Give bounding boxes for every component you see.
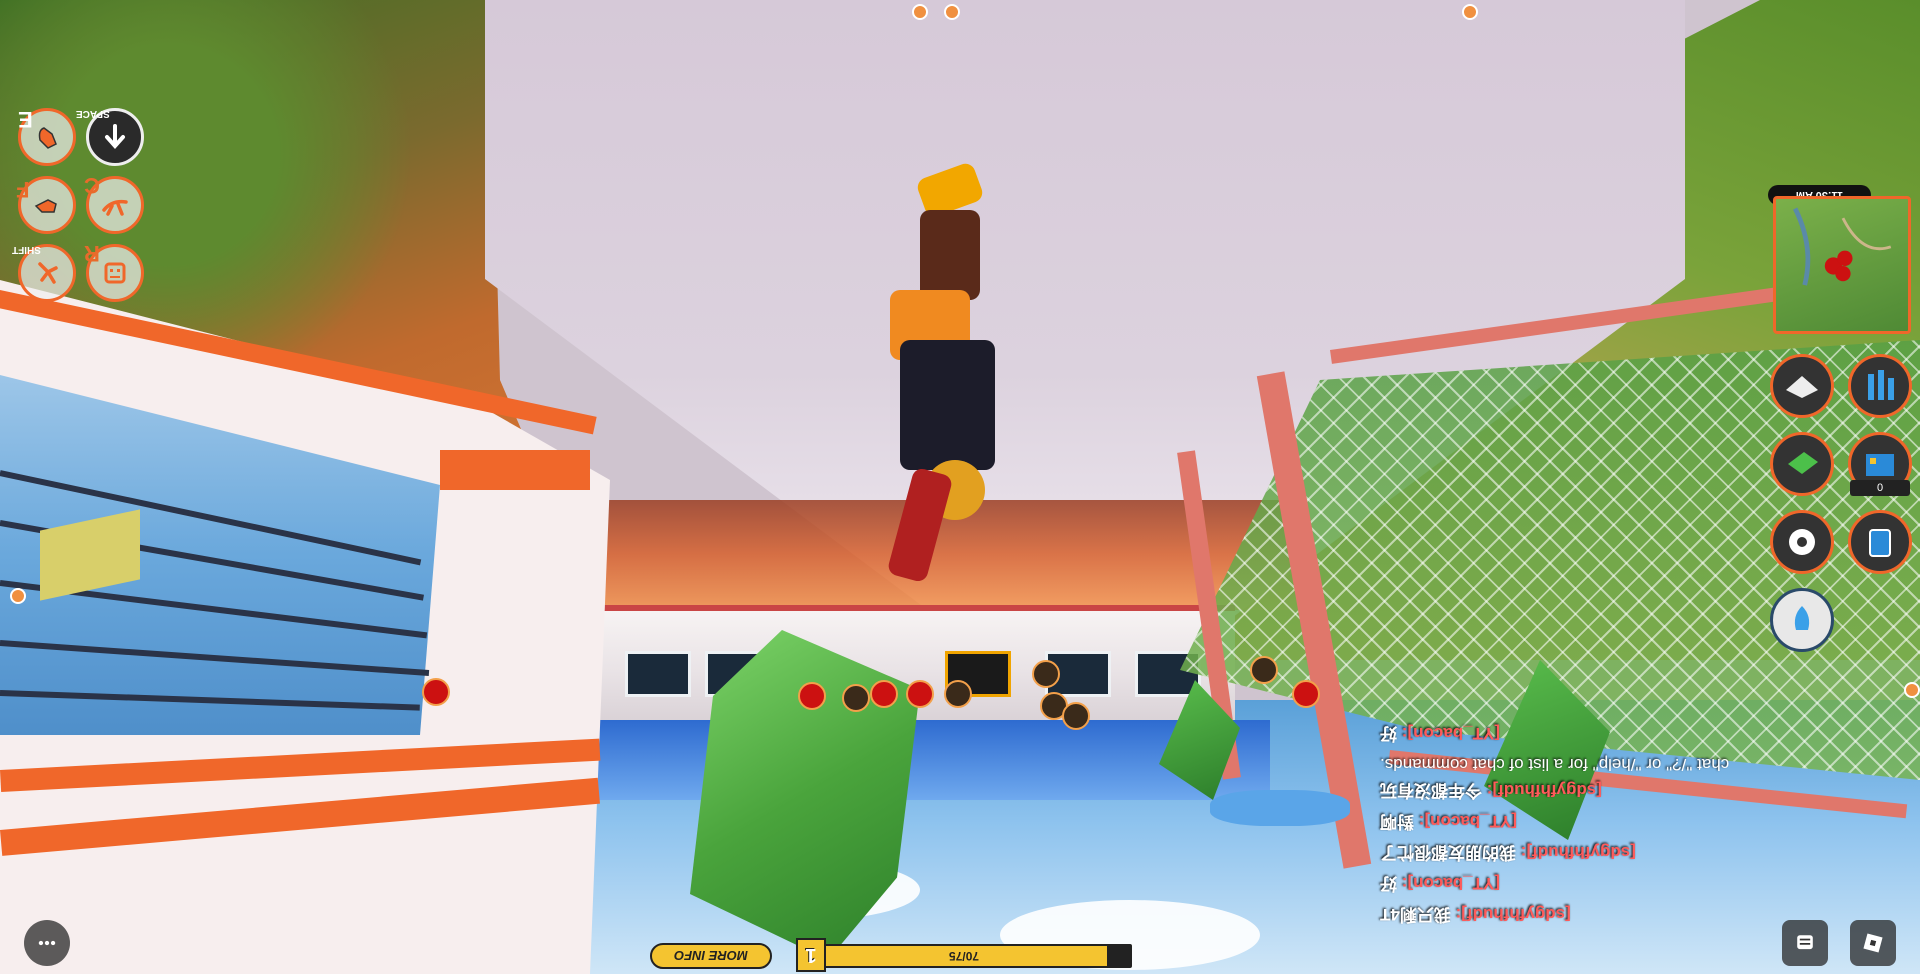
- waypoint-dot: [1904, 682, 1920, 698]
- chat-toggle-button[interactable]: [1782, 920, 1828, 966]
- inventory-slot-garage[interactable]: [1770, 354, 1834, 418]
- waypoint-dot: [1462, 4, 1478, 20]
- inventory-slot-rocket[interactable]: [1770, 588, 1834, 652]
- character-body: [900, 340, 995, 470]
- xp-progress-text: 70/75: [948, 949, 980, 963]
- wall-stripe: [440, 450, 590, 490]
- roblox-menu-button[interactable]: [1850, 920, 1896, 966]
- objective-marker: [1032, 660, 1060, 688]
- key-hint-c: C: [84, 173, 100, 198]
- more-info-button[interactable]: MORE INFO: [650, 943, 772, 969]
- minimap-map-icon: [1792, 207, 1892, 286]
- stats-icon: [1868, 370, 1894, 400]
- objective-marker: [1062, 702, 1090, 730]
- minimap[interactable]: [1773, 196, 1911, 334]
- chat-icon: [1797, 935, 1813, 950]
- inventory-count: 0: [1850, 480, 1910, 496]
- chat-message: [sdgyfhfhudf]: 今年都沒有玩: [1380, 781, 1602, 800]
- gear-icon: [1789, 529, 1815, 555]
- objective-marker: [906, 680, 934, 708]
- shop-icon: [1866, 454, 1894, 476]
- waypoint-dot: [944, 4, 960, 20]
- arrow-down-jump-icon: [105, 124, 125, 150]
- objective-marker: [422, 678, 450, 706]
- objective-marker: [798, 682, 826, 710]
- objective-marker: [870, 680, 898, 708]
- menu-dots-icon: [38, 940, 56, 946]
- chat-message: [sdgyfhfhudf]: 我的朋友都很忙了: [1380, 843, 1636, 862]
- robot-face-icon: [104, 262, 126, 284]
- key-hint-e: E: [18, 107, 33, 132]
- key-hint-f: F: [16, 177, 30, 202]
- inventory-slot-cash[interactable]: [1770, 432, 1834, 496]
- chat-message: [YT_bacon]: 好: [1380, 874, 1500, 893]
- cash-stack-icon: [1788, 452, 1818, 474]
- phone-icon: [1869, 529, 1891, 557]
- inventory-slot-stats[interactable]: [1848, 354, 1912, 418]
- objective-marker: [1292, 680, 1320, 708]
- objective-marker: [1250, 656, 1278, 684]
- punch-icon: [34, 199, 57, 213]
- character-leg: [920, 210, 980, 300]
- chat-system-message: chat "/?" or "/help" for a list of chat …: [1380, 755, 1730, 774]
- key-hint-r: R: [84, 241, 100, 266]
- inventory-slot-phone[interactable]: [1848, 510, 1912, 574]
- xp-progress-bar: 70/75: [796, 944, 1132, 968]
- building-window: [625, 651, 691, 697]
- key-hint-space: SPACE: [76, 108, 110, 119]
- key-hint-shift: SHIFT: [12, 244, 41, 255]
- objective-marker: [842, 684, 870, 712]
- helicopter: [1210, 790, 1350, 826]
- garage-icon: [1786, 376, 1818, 398]
- hand-interact-icon: [38, 127, 57, 149]
- roblox-logo-icon: [1863, 933, 1883, 953]
- character-hair: [886, 466, 954, 584]
- chat-message: [YT_bacon]: 對啊: [1380, 812, 1517, 831]
- waypoint-dot: [912, 4, 928, 20]
- level-badge: 1: [796, 938, 826, 972]
- crawl-icon: [102, 199, 128, 216]
- menu-button[interactable]: [24, 920, 70, 966]
- player-character[interactable]: [886, 160, 1030, 584]
- inventory-slot-settings[interactable]: [1770, 510, 1834, 574]
- waypoint-dot: [10, 588, 26, 604]
- rocket-icon: [1794, 606, 1810, 630]
- chat-message: [YT_bacon]: 好: [1380, 724, 1500, 743]
- sprint-icon: [38, 262, 58, 284]
- chat-message: [sdgyfhfhudf]: 我只剩4T: [1380, 905, 1571, 924]
- objective-marker: [944, 680, 972, 708]
- chat-log: [sdgyfhfhudf]: 我只剩4T [YT_bacon]: 好 [sdgy…: [1380, 720, 1910, 932]
